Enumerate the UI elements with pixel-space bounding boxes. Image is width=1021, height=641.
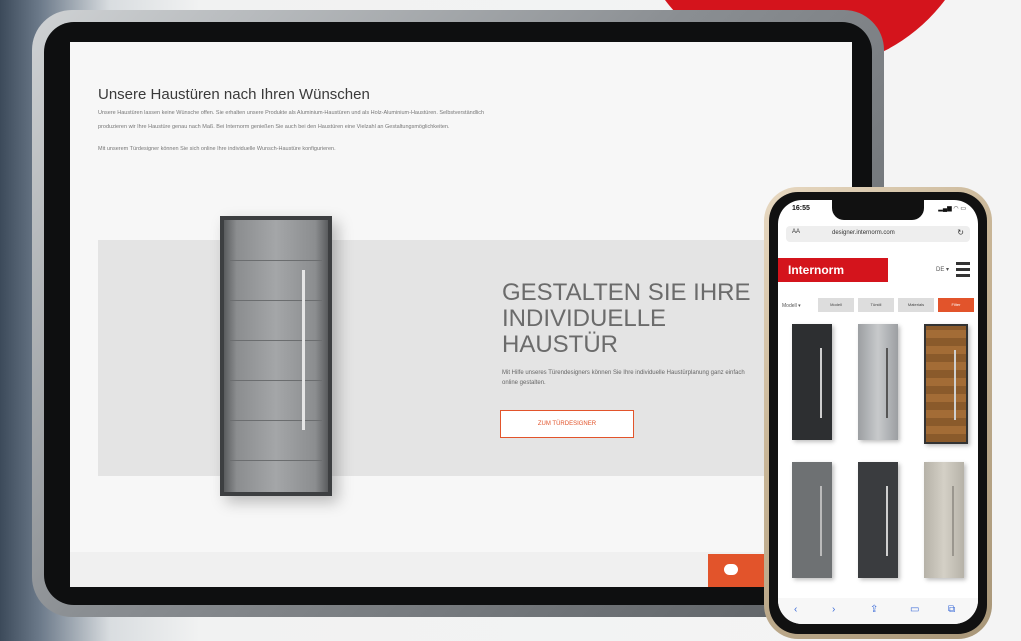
page-title: Unsere Haustüren nach Ihren Wünschen	[98, 86, 370, 103]
door-product-6[interactable]	[924, 462, 964, 578]
menu-icon[interactable]	[956, 262, 970, 278]
filter-bar: Modell ▾ Modell Türstil Materials Filter	[778, 296, 978, 314]
internorm-logo[interactable]: Internorm	[778, 258, 888, 282]
url-text: designer.internorm.com	[832, 230, 895, 236]
hero-door-image	[220, 216, 332, 496]
browser-toolbar: ‹ › ⇪ ▭ ⧉	[778, 598, 978, 624]
reload-icon[interactable]: ↻	[957, 228, 964, 237]
filter-chip-filter[interactable]: Filter	[938, 298, 974, 312]
intro-paragraph-line-1: Unsere Haustüren lassen keine Wünsche of…	[98, 110, 485, 116]
door-handle-bar	[302, 270, 305, 430]
designer-paragraph: Mit unserem Türdesigner können Sie sich …	[98, 146, 336, 152]
address-bar[interactable]: AA designer.internorm.com ↻	[786, 226, 970, 242]
door-product-2[interactable]	[858, 324, 898, 440]
door-product-1[interactable]	[792, 324, 832, 440]
phone-screen: 16:55 ▂▄▆ ◠ ▭ AA designer.internorm.com …	[778, 200, 978, 624]
status-icons: ▂▄▆ ◠ ▭	[938, 206, 966, 212]
logo-text: Internorm	[788, 263, 845, 277]
chat-bubble-icon	[724, 564, 738, 575]
phone-device: 16:55 ▂▄▆ ◠ ▭ AA designer.internorm.com …	[764, 187, 992, 639]
filter-chip-modell[interactable]: Modell	[818, 298, 854, 312]
door-product-5[interactable]	[858, 462, 898, 578]
door-designer-button[interactable]: ZUM TÜRDESIGNER	[500, 410, 634, 438]
forward-icon[interactable]: ›	[832, 604, 835, 615]
intro-paragraph-line-2: produzieren wir Ihre Haustüre genau nach…	[98, 124, 450, 130]
language-selector[interactable]: DE ▾	[936, 266, 949, 273]
door-product-4[interactable]	[792, 462, 832, 578]
filter-label[interactable]: Modell ▾	[782, 303, 801, 309]
hero-headline: GESTALTEN SIE IHRE INDIVIDUELLE HAUSTÜR	[502, 279, 751, 358]
hero-description: Mit Hilfe unseres Türendesigners können …	[502, 370, 745, 386]
back-icon[interactable]: ‹	[794, 604, 797, 615]
tablet-screen: Unsere Haustüren nach Ihren Wünschen Uns…	[70, 42, 852, 587]
door-product-3[interactable]	[924, 324, 968, 444]
phone-notch	[832, 200, 924, 220]
filter-chip-tuerstil[interactable]: Türstil	[858, 298, 894, 312]
bookmarks-icon[interactable]: ▭	[910, 604, 919, 615]
filter-chip-materials[interactable]: Materials	[898, 298, 934, 312]
share-icon[interactable]: ⇪	[870, 604, 878, 615]
tabs-icon[interactable]: ⧉	[948, 604, 955, 615]
reader-aa-button[interactable]: AA	[792, 229, 800, 235]
status-time: 16:55	[792, 205, 810, 212]
hero-banner	[98, 240, 852, 476]
site-header: Internorm DE ▾	[778, 252, 978, 288]
